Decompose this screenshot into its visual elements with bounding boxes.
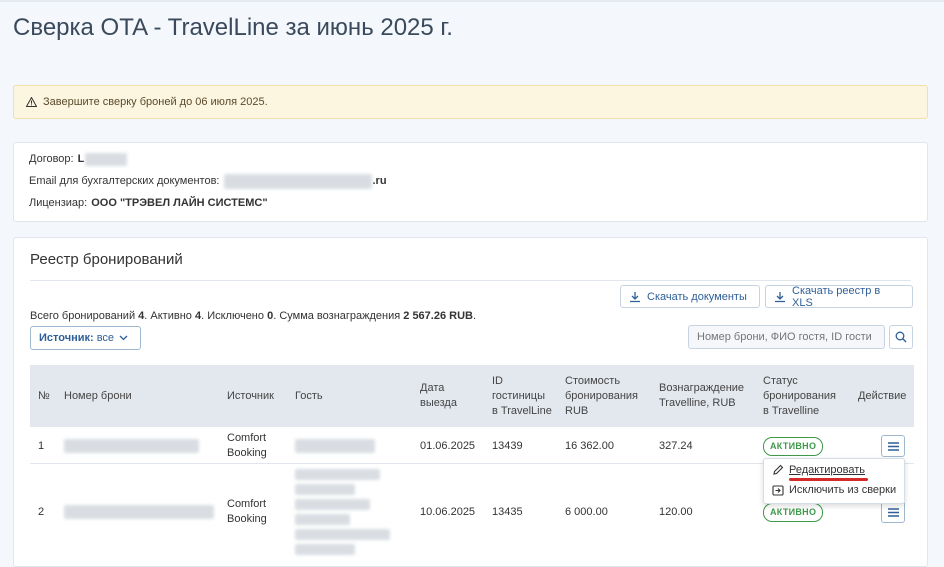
licensor-value: ООО "ТРЭВЕЛ ЛАЙН СИСТЕМС" [91, 197, 268, 209]
col-hotel-id-line: гостиницы [492, 389, 545, 402]
download-docs-button[interactable]: Скачать документы [620, 285, 760, 308]
col-status-line: Статус [763, 374, 798, 387]
row-num: 1 [38, 439, 45, 452]
menu-item-exclude[interactable]: Исключить из сверки [772, 484, 896, 496]
registry-summary: Всего бронирований 4. Активно 4. Исключе… [30, 310, 476, 322]
search-button[interactable] [889, 325, 913, 349]
col-hotel-id-line: ID [492, 374, 503, 387]
col-num: № [38, 389, 50, 402]
col-checkout: Дата выезда [420, 365, 457, 427]
exclude-icon [772, 485, 784, 496]
col-cost-line: бронирования [565, 389, 639, 402]
guest-names-redacted [295, 464, 390, 560]
row-source-line: Booking [227, 513, 267, 525]
licensor-row: Лицензиар: ООО "ТРЭВЕЛ ЛАЙН СИСТЕМС" [29, 192, 912, 214]
source-filter-value: все [96, 332, 115, 344]
booking-number-redacted [64, 464, 214, 560]
row-actions-button[interactable] [881, 501, 905, 523]
col-booking: Номер брони [64, 389, 132, 402]
row-source-line: Booking [227, 447, 267, 459]
email-value-redacted [224, 173, 373, 189]
warning-icon [26, 97, 37, 107]
row-actions-menu: Редактировать Исключить из сверки [763, 458, 905, 504]
col-source: Источник [227, 389, 274, 402]
menu-item-edit-label: Редактировать [789, 464, 865, 476]
summary-total-label: Всего бронирований [30, 310, 136, 322]
col-fee-line: Travelline, RUB [659, 397, 736, 409]
status-badge: АКТИВНО [763, 502, 824, 522]
row-actions-button[interactable] [881, 435, 905, 457]
col-guest: Гость [295, 389, 323, 402]
col-status-line: бронирования [763, 389, 837, 402]
chevron-down-icon [119, 335, 128, 341]
summary-end: . [472, 310, 477, 322]
row-cost: 16 362.00 [565, 439, 614, 452]
row-fee: 120.00 [659, 505, 693, 518]
row-checkout: 10.06.2025 [420, 505, 476, 518]
col-status: Статус бронирования в Travelline [763, 365, 836, 427]
summary-excluded-label: . Исключено [201, 310, 265, 322]
page-title: Сверка OTA - TravelLine за июнь 2025 г. [13, 14, 453, 41]
download-xls-button[interactable]: Скачать реестр в XLS [765, 284, 913, 309]
email-row: Email для бухгалтерских документов: .ru [29, 170, 912, 192]
col-checkout-line: Дата [420, 382, 445, 394]
row-hotel-id: 13439 [492, 439, 523, 452]
contract-row: Договор: L [29, 148, 912, 170]
col-action: Действие [858, 389, 907, 402]
alert-text: Завершите сверку броней до 06 июля 2025. [43, 96, 268, 108]
row-fee: 327.24 [659, 439, 693, 452]
contract-label: Договор: [29, 153, 74, 165]
licensor-label: Лицензиар: [29, 197, 88, 209]
menu-item-edit[interactable]: Редактировать [772, 464, 865, 476]
download-docs-label: Скачать документы [647, 290, 747, 303]
highlight-underline [789, 478, 868, 481]
row-num: 2 [38, 505, 45, 518]
booking-number-redacted [64, 428, 199, 464]
contract-value: L [77, 153, 85, 165]
menu-icon [887, 441, 899, 451]
row-source-line: Comfort [227, 498, 267, 510]
source-filter-label: Источник: [39, 332, 94, 344]
search-icon [895, 331, 907, 343]
col-cost: Стоимость бронирования RUB [565, 365, 638, 427]
download-xls-label: Скачать реестр в XLS [792, 284, 881, 309]
email-suffix: .ru [372, 175, 387, 187]
table-header: № Номер брони Источник Гость Дата выезда… [30, 365, 914, 427]
col-hotel-id-line: в TravelLine [492, 404, 552, 417]
contract-card: Договор: L Email для бухгалтерских докум… [13, 142, 928, 222]
col-checkout-line: выезда [420, 397, 457, 409]
registry-card: Реестр бронирований Скачать документы Ск… [13, 237, 928, 567]
contract-value-redacted [85, 152, 128, 166]
row-source-line: Comfort [227, 432, 267, 444]
source-filter-dropdown[interactable]: Источник: все [30, 326, 141, 350]
row-source: Comfort Booking [227, 464, 267, 560]
col-hotel-id: ID гостиницы в TravelLine [492, 365, 552, 427]
summary-active-label: . Активно [144, 310, 192, 322]
deadline-alert: Завершите сверку броней до 06 июля 2025. [13, 85, 928, 119]
guest-name-redacted [295, 428, 375, 464]
email-label: Email для бухгалтерских документов: [29, 175, 220, 187]
menu-icon [887, 507, 899, 517]
download-icon [775, 291, 785, 302]
top-strip [0, 0, 944, 2]
summary-fee: 2 567.26 RUB [403, 310, 473, 322]
pencil-icon [773, 464, 784, 475]
status-badge: АКТИВНО [763, 436, 824, 456]
menu-item-exclude-label: Исключить из сверки [789, 484, 897, 496]
summary-fee-label: . Сумма вознаграждения [273, 310, 401, 322]
col-cost-line: RUB [565, 404, 589, 417]
col-status-line: в Travelline [763, 404, 820, 417]
row-hotel-id: 13435 [492, 505, 523, 518]
search-input[interactable] [688, 325, 885, 349]
col-fee: Вознаграждение Travelline, RUB [659, 365, 744, 427]
row-checkout: 01.06.2025 [420, 439, 476, 452]
download-icon [630, 291, 640, 302]
col-cost-line: Стоимость [565, 374, 621, 387]
col-fee-line: Вознаграждение [659, 382, 745, 394]
registry-title: Реестр бронирований [30, 251, 911, 281]
row-source: Comfort Booking [227, 428, 267, 464]
row-cost: 6 000.00 [565, 505, 608, 518]
